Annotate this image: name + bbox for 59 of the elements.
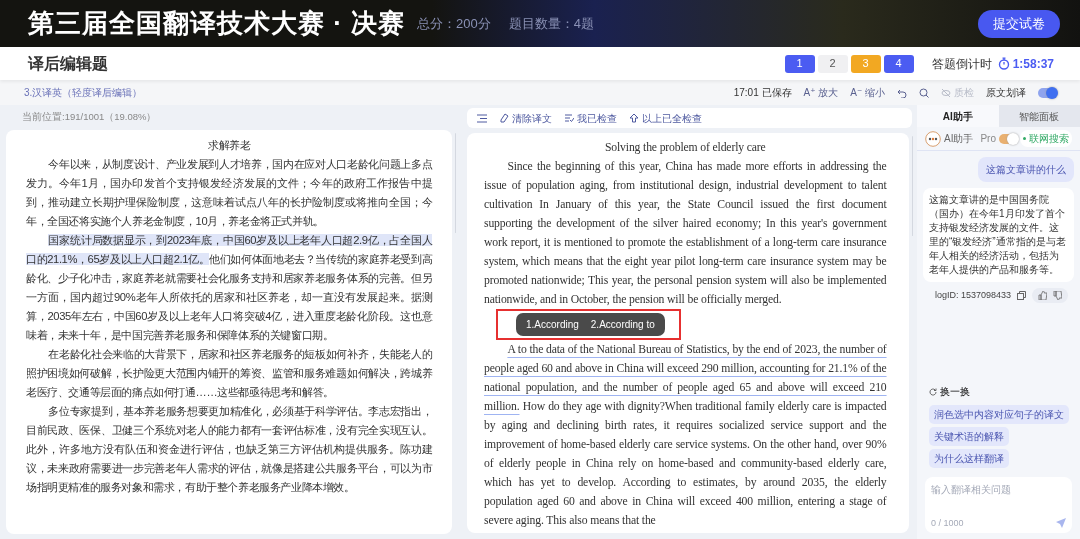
character-counter: 0 / 1000 (931, 516, 964, 530)
selection-translate-label: 原文划译 (986, 86, 1026, 100)
page-title: 第三届全国翻译技术大赛 · 决赛 (28, 7, 406, 40)
dot-icon (1023, 137, 1026, 140)
panel-tab[interactable]: AI助手 (917, 105, 999, 127)
log-id: logID: 1537098433 (935, 288, 1012, 302)
question-count: 题目数量：4题 (508, 14, 595, 33)
prompt-suggestion[interactable]: 为什么这样翻译 (929, 449, 1009, 468)
checked-button[interactable]: 我已检查 (564, 110, 617, 126)
pro-label: Pro (980, 132, 996, 146)
list-icon[interactable] (477, 113, 487, 123)
article-title: 求解养老 (206, 138, 252, 153)
all-checked-button[interactable]: 以上已全检查 (629, 110, 702, 126)
web-search-chip[interactable]: 联网搜索 (1020, 130, 1072, 147)
countdown-timer: 1:58:37 (1012, 55, 1054, 73)
translation-title: Solving the problem of elderly care (603, 140, 767, 156)
panel-tab[interactable]: 智能面板 (998, 105, 1080, 127)
checklist-icon (564, 113, 574, 123)
search-icon[interactable] (919, 87, 929, 98)
translation-paragraph: Since the beginning of this year, China has made more efforts in addressing the issue of population aging, from institutional design, industrial development to talent cultivation In January of this year, the State Council issued the first document supporting the development of the silver haired economy; In this year's government work report, it is mentioned to promote the establishment of a long-term care insurance system, which means that the eight year pilot long-term care insurance system may be promoted nationwide; This year, the personal pension system will also be implemented nationwide, and in October, the pension will be officially merged. (484, 159, 887, 308)
countdown-label: 答题倒计时 (931, 55, 992, 73)
selection-translate-toggle[interactable] (1038, 87, 1056, 98)
thumbs-down-icon[interactable] (1053, 291, 1063, 300)
refresh-button[interactable]: 换一换 (929, 384, 1080, 399)
eraser-icon (499, 113, 509, 123)
upload-arrow-icon (629, 113, 639, 123)
zoom-in-button[interactable]: A⁺ 放大 (803, 85, 839, 100)
question-number-button[interactable]: 4 (883, 54, 914, 73)
question-number-button[interactable]: 2 (817, 54, 848, 73)
save-status: 17:01 已保存 (733, 86, 792, 100)
suggestion-option[interactable]: 2.According to (590, 315, 655, 334)
copy-icon[interactable] (1017, 291, 1027, 300)
position-indicator: 当前位置:191/1001（19.08%） (22, 110, 157, 125)
source-paragraph: 今年以来，从制度设计、产业发展到人才培养，国内在应对人口老龄化问题上多点发力。今年1月，国办印发首个支持银发经济发展的文件；今年的政府工作报告中提到，推动建立长期护理保险制度，这意味着试点八年的长护险制度或将推向全国；今年，全国还将实施个人养老金制度，10月，养老金将正式并轨。 (26, 157, 433, 229)
eye-slash-icon (941, 87, 951, 98)
translation-paragraph: A to the data of the National Bureau of Statistics, by the end of 2023, the number of people aged 60 and above in China will exceed 290 million, accounting for 21.1% of the national population, and the number of people aged 65 and above will exceed 210 million. How do they age with dignity?When traditional family elderly care is impacted by aging and declining birth rates, it requires socialized service support and the improvement of home-based elderly care service systems. On the other hand, over 90% of elderly people in China rely on home-based and community-based elderly care, which has yet to develop. According to estimates, by around 2035, the elderly population aged 60 and above in China will exceed 400 million, entering a stage of severe aging. This also means that the (484, 342, 887, 529)
zoom-out-button[interactable]: A⁻ 缩小 (850, 85, 885, 100)
source-paragraph: 多位专家提到，基本养老服务想要更加精准化，必须基于科学评估。李志宏指出，目前民政、医保、卫健三个系统对老人的能力都有一套评估标准，没有完全实现互认。此外，许多地方没有队伍和资金进行评估，也缺乏第三方评估机构提供服务。陈功建议，未来政府需要进一步完善老年人需求的评估，就像是搭建公共服务平台，可以为市场指明更精准的服务对象和需求，有助于整个养老服务产业降本增效。 (26, 404, 433, 495)
section-title: 译后编辑题 (28, 53, 108, 74)
source-paragraph: 国家统计局数据显示，到2023年底，中国60岁及以上老年人口超2.9亿，占全国人口的21.1%，65岁及以上人口超2.1亿。他们如何体面地老去？当传统的家庭养老受到高龄化、少子化冲击，家庭养老就需要社会化服务支持和居家养老服务体系的完善。但另一方面，国内超过90%老年人所依托的居家和社区养老，却一直没有发展起来。据测算，2035年左右，中国60岁及以上老年人口将突破4亿，进入重度老龄化阶段。这也意味着，未来十年，是中国完善养老服务和保障体系的关键窗口期。 (26, 233, 433, 343)
robot-face-icon (925, 130, 941, 147)
source-paragraph: 在老龄化社会来临的大背景下，居家和社区养老服务的短板如何补齐，失能老人的照护困境如何破解，长护险更大范围内铺开的筹资、监管和服务难题如何解决，跨城养老医疗、交通等层面的痛点如何打通……这些都亟待思考和解答。 (26, 347, 433, 400)
question-type-label: 3.汉译英（轻度译后编辑） (24, 86, 143, 100)
submit-button[interactable]: 提交试卷 (978, 9, 1060, 38)
prompt-suggestion[interactable]: 关键术语的解释 (929, 427, 1009, 446)
translation-editor[interactable] (467, 133, 909, 533)
assistant-name: AI助手 (944, 132, 974, 146)
suggestion-option[interactable]: 1.According (526, 315, 579, 334)
clear-translation-button[interactable]: 清除译文 (499, 110, 552, 126)
thumbs-up-icon[interactable] (1038, 291, 1048, 300)
pro-toggle[interactable] (999, 133, 1017, 144)
user-message: 这篇文章讲的什么 (978, 157, 1074, 182)
question-number-button[interactable]: 1 (784, 54, 815, 73)
assistant-message: 这篇文章讲的是中国国务院（国办）在今年1月印发了首个支持银发经济发展的文件。这里的“银发经济”通常指的是与老年人相关的经济活动，包括为老年人提供的产品和服务等。 (923, 188, 1074, 282)
prompt-suggestion[interactable]: 润色选中内容对应句子的译文 (929, 405, 1069, 424)
total-score: 总分：200分 (417, 14, 491, 33)
undo-icon[interactable] (897, 87, 907, 98)
stopwatch-icon (997, 57, 1010, 70)
refresh-icon (929, 387, 937, 396)
